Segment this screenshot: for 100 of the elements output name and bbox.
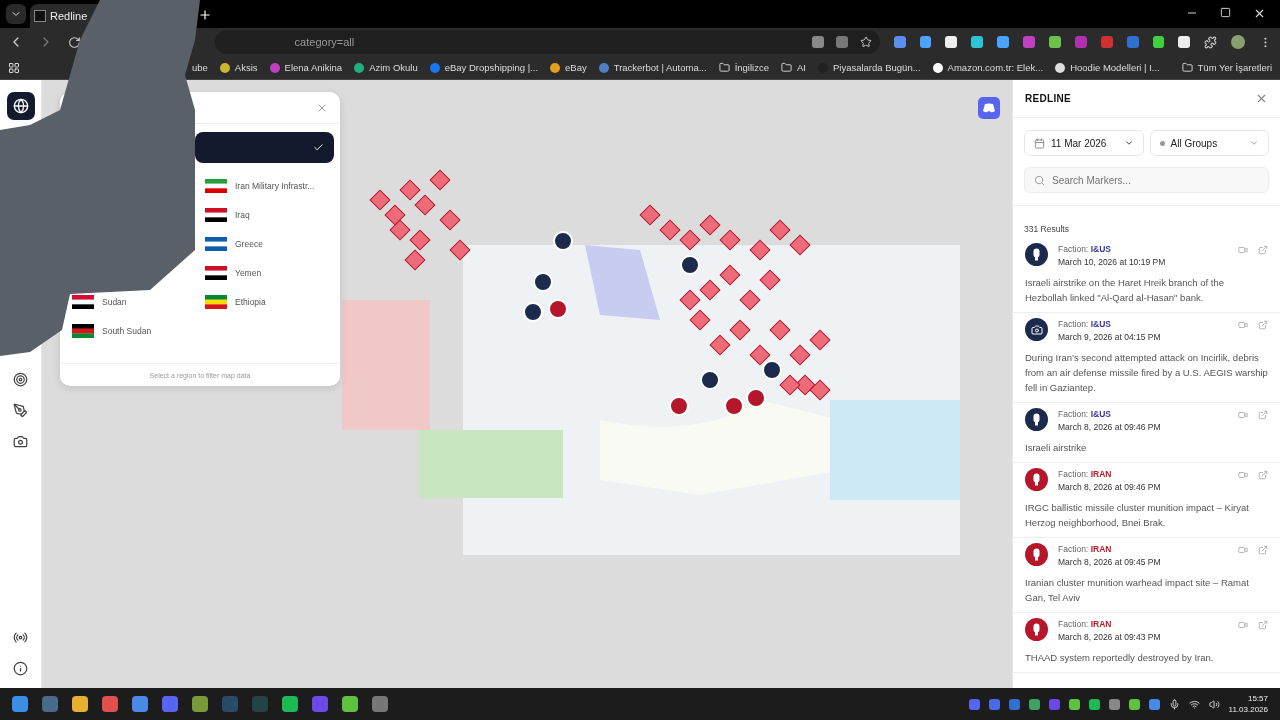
- bookmark-link[interactable]: eBay Dropshipping |...: [429, 62, 539, 73]
- extension-icon[interactable]: [945, 36, 958, 48]
- bookmark-link[interactable]: Trackerbot | Automa...: [598, 62, 707, 73]
- extension-icon[interactable]: [971, 36, 984, 48]
- marker-description: THAAD system reportedly destroyed by Iran.: [1025, 651, 1215, 665]
- reload-icon[interactable]: [67, 35, 81, 49]
- taskbar-app-icon[interactable]: [162, 696, 178, 712]
- flag-icon: [205, 265, 227, 280]
- tray-icon[interactable]: [1088, 698, 1100, 710]
- restore-icon[interactable]: [1220, 7, 1231, 18]
- taskbar-app-icon[interactable]: [282, 696, 298, 712]
- status-dot: [1159, 140, 1165, 146]
- extension-icon[interactable]: [997, 36, 1010, 48]
- region-option[interactable]: Greece: [205, 229, 263, 258]
- marker-time: March 8, 2026 at 09:46 PM: [1058, 482, 1162, 492]
- camera-icon[interactable]: [13, 434, 28, 449]
- extension-icon[interactable]: [1178, 36, 1191, 48]
- group-select[interactable]: All Groups: [1149, 130, 1269, 156]
- diamond-marker[interactable]: [779, 374, 801, 396]
- tray-icon[interactable]: [1128, 698, 1140, 710]
- faction-label: Faction: IRAN: [1058, 469, 1113, 479]
- region-option[interactable]: Iran Military Infrastr...: [205, 171, 315, 200]
- faction-label: Faction: I&US: [1058, 409, 1112, 419]
- address-bar[interactable]: category=all: [214, 30, 880, 54]
- pin-marker[interactable]: [553, 231, 573, 251]
- region-option[interactable]: Iraq: [205, 200, 250, 229]
- folder-icon: [1181, 62, 1193, 73]
- pen-icon[interactable]: [13, 403, 28, 418]
- taskbar-app-icon[interactable]: [72, 696, 88, 712]
- profile-avatar[interactable]: [1231, 35, 1246, 49]
- folder-icon: [780, 62, 792, 73]
- chevron-down-icon: [1249, 138, 1259, 148]
- faction-label: Faction: I&US: [1058, 244, 1112, 254]
- flag-icon: [72, 294, 94, 309]
- faction-label: Faction: IRAN: [1058, 544, 1113, 554]
- tray-icon[interactable]: [1108, 698, 1120, 710]
- flag-icon: [205, 207, 227, 222]
- missile-icon: [1032, 623, 1041, 636]
- marker-description: IRGC ballistic missile cluster munition impact – Kiryat Herzog neighborhood, Bnei Brak.: [1025, 501, 1250, 530]
- marker-description: Iranian cluster munition warhead impact site – Ramat Gan, Tel Aviv: [1025, 576, 1250, 605]
- region-option[interactable]: Yemen: [205, 258, 262, 287]
- tray-icon[interactable]: [988, 698, 1000, 710]
- tray-icon[interactable]: [1028, 698, 1040, 710]
- extension-icon[interactable]: [919, 36, 932, 48]
- discord-button[interactable]: [978, 97, 1000, 119]
- tray-icon[interactable]: [1048, 698, 1060, 710]
- taskbar-app-icon[interactable]: [342, 696, 358, 712]
- taskbar-app-icon[interactable]: [192, 696, 208, 712]
- app-logo[interactable]: [6, 92, 35, 120]
- network-icon[interactable]: [1188, 698, 1200, 710]
- info-icon[interactable]: [13, 661, 28, 676]
- missile-icon: [1032, 248, 1041, 261]
- bookmark-link[interactable]: Amazon.com.tr: Elek...: [932, 62, 1044, 73]
- bookmark-star-icon[interactable]: [859, 36, 872, 48]
- marker-description: Israeli airstrike: [1025, 441, 1088, 455]
- marker-time: March 9, 2026 at 04:15 PM: [1058, 332, 1162, 342]
- search-field[interactable]: Search Markers...: [1024, 167, 1269, 193]
- broadcast-icon[interactable]: [13, 630, 28, 645]
- diamond-marker[interactable]: [389, 219, 411, 241]
- marker-time: March 8, 2026 at 09:45 PM: [1058, 557, 1162, 567]
- tray-icon[interactable]: [1068, 698, 1080, 710]
- taskbar-app-icon[interactable]: [132, 696, 148, 712]
- tray-icon[interactable]: [968, 698, 980, 710]
- results-count: 331 Results: [1013, 205, 1280, 238]
- marker-time: March 10, 2026 at 10:19 PM: [1058, 257, 1167, 267]
- check-icon: [313, 142, 324, 153]
- faction-label: Faction: IRAN: [1058, 619, 1113, 629]
- tray-icon[interactable]: [1148, 698, 1160, 710]
- all-bookmarks-link[interactable]: Tüm Yer İşaretleri: [1181, 62, 1272, 73]
- bookmark-link[interactable]: İngilizce: [718, 62, 769, 73]
- extensions-icon[interactable]: [1204, 35, 1218, 49]
- bookmark-link[interactable]: AI: [780, 62, 806, 73]
- taskbar-app-icon[interactable]: [372, 696, 388, 712]
- region-option[interactable]: Ethiopia: [205, 287, 266, 316]
- marker-description: Israeli airstrike on the Haret Hreik branch of the Hezbollah linked "Al-Qard al-Hasan" bank.: [1025, 276, 1226, 305]
- bookmark-link[interactable]: Hoodie Modelleri | I...: [1055, 62, 1160, 73]
- marker-time: March 8, 2026 at 09:46 PM: [1058, 422, 1162, 432]
- bookmark-link[interactable]: eBay: [550, 62, 587, 73]
- new-tab-icon[interactable]: [198, 8, 212, 22]
- bookmark-link[interactable]: ube: [192, 62, 208, 73]
- date-select[interactable]: 11 Mar 2026: [1024, 130, 1144, 156]
- microphone-icon[interactable]: [1168, 698, 1180, 710]
- bookmark-link[interactable]: Azim Okulu: [354, 62, 418, 73]
- tray-icon[interactable]: [1008, 698, 1020, 710]
- clock[interactable]: 15:57 11.03.2026: [1228, 693, 1268, 715]
- diamond-marker[interactable]: [384, 204, 406, 226]
- target-icon[interactable]: [13, 372, 28, 387]
- apps-icon[interactable]: [8, 61, 20, 74]
- taskbar-app-icon[interactable]: [12, 696, 28, 712]
- taskbar-app-icon[interactable]: [102, 696, 118, 712]
- close-icon[interactable]: [1253, 7, 1266, 20]
- bookmark-link[interactable]: Piyasalarda Bugün...: [817, 62, 921, 73]
- search-icon: [1034, 175, 1045, 186]
- extension-icon[interactable]: [1152, 36, 1165, 48]
- extension-icon[interactable]: [1048, 36, 1061, 48]
- bookmark-link[interactable]: Aksis: [219, 62, 258, 73]
- tab-search-button[interactable]: [6, 4, 26, 24]
- bookmark-link[interactable]: Elena Anikina: [269, 62, 343, 73]
- flag-icon: [205, 236, 227, 251]
- volume-icon[interactable]: [1208, 698, 1220, 710]
